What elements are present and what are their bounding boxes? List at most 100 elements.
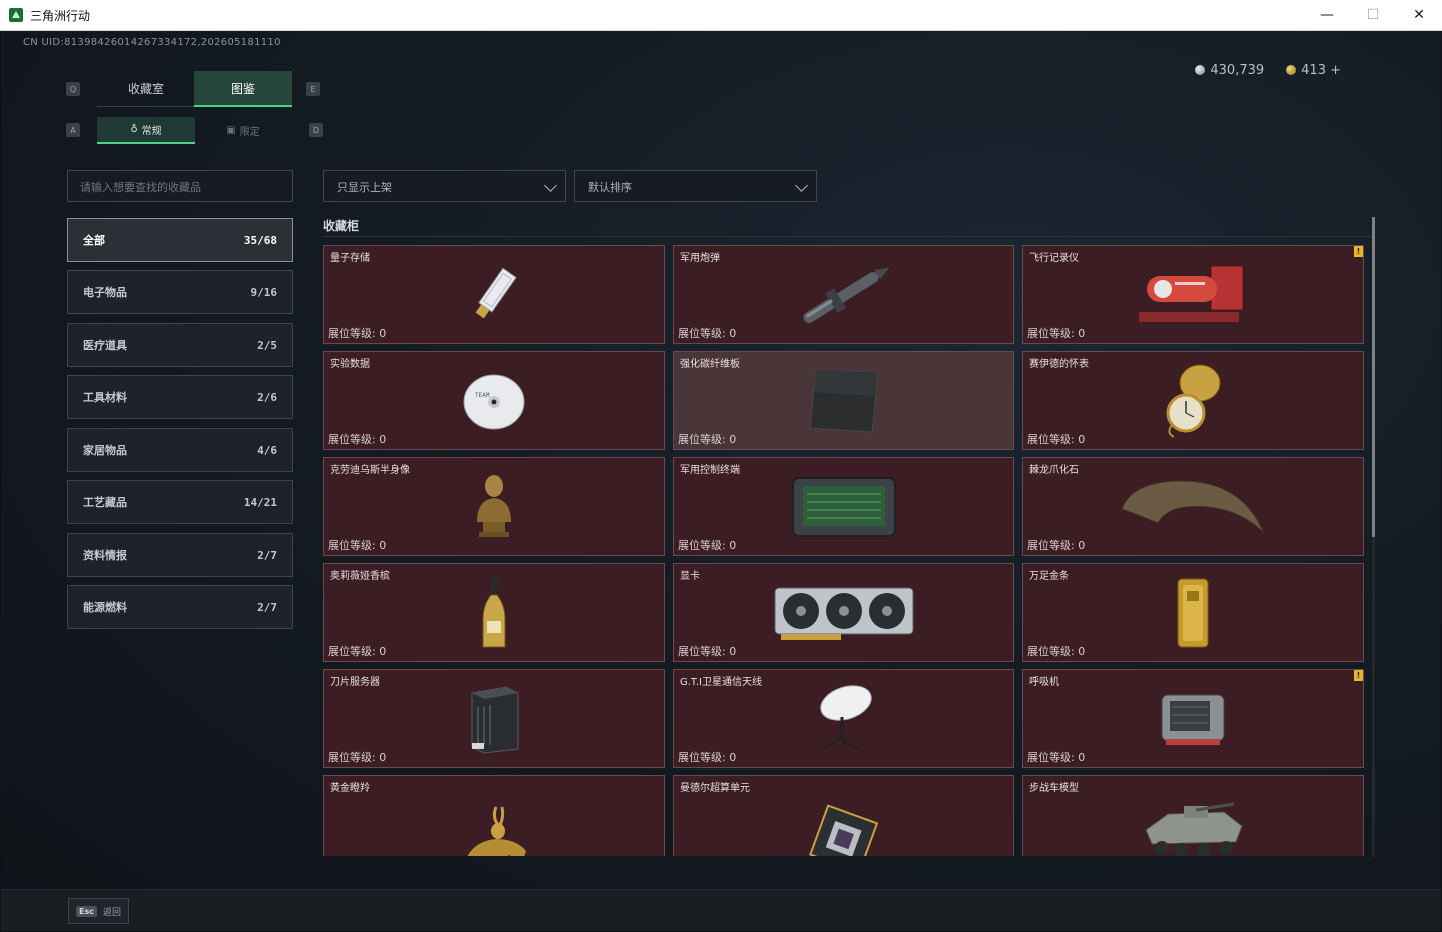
collection-card[interactable]: 呼吸机 ! 展位等级: 0 — [1022, 669, 1364, 768]
category-count: 2/5 — [257, 338, 277, 352]
section-title: 收藏柜 — [323, 219, 360, 233]
item-name: 赛伊德的怀表 — [1029, 359, 1089, 370]
item-level: 展位等级: 0 — [678, 855, 736, 856]
collection-card[interactable]: 军用控制终端 展位等级: 0 — [673, 457, 1014, 556]
item-level: 展位等级: 0 — [328, 751, 387, 764]
artillery-shell-icon — [802, 266, 889, 323]
subtab-regular[interactable]: ♁ 常规 — [97, 117, 195, 144]
chip-icon — [808, 804, 878, 856]
collection-card[interactable]: 军用炮弹 展位等级: 0 — [673, 245, 1014, 344]
server-icon — [471, 685, 519, 754]
category-all[interactable]: 全部 35/68 — [67, 218, 293, 262]
collection-card[interactable]: 曼德尔超算单元 展位等级: 0 — [673, 775, 1014, 856]
item-name: 棘龙爪化石 — [1029, 465, 1079, 476]
category-label: 医疗道具 — [83, 339, 127, 352]
key-hint-a: A — [66, 123, 80, 137]
category-label: 工具材料 — [83, 391, 127, 404]
collection-card[interactable]: 棘龙爪化石 展位等级: 0 — [1022, 457, 1364, 556]
search-input[interactable]: 请输入想要查找的收藏品 — [67, 170, 293, 202]
collection-card[interactable]: 显卡 展位等级: 0 — [673, 563, 1014, 662]
gold-currency[interactable]: 413 + — [1286, 63, 1341, 78]
item-name: 显卡 — [680, 571, 700, 582]
item-level: 展位等级: 0 — [1027, 327, 1086, 340]
sort-value: 默认排序 — [588, 181, 632, 194]
close-button[interactable]: ✕ — [1396, 0, 1442, 30]
game-viewport: CN UID:81398426014267334172,202605181110… — [1, 31, 1441, 931]
tab-catalog[interactable]: 图鉴 — [194, 71, 292, 107]
ifv-model-icon — [1145, 802, 1243, 856]
item-name: 呼吸机 — [1029, 677, 1059, 688]
esc-key-hint: Esc — [76, 905, 97, 917]
maximize-button[interactable]: ☐ — [1350, 0, 1396, 30]
item-name: 量子存储 — [330, 253, 370, 264]
subtab-limited-label: 限定 — [239, 127, 260, 138]
category-energy[interactable]: 能源燃料 2/7 — [67, 585, 293, 629]
item-level: 展位等级: 0 — [1027, 855, 1085, 856]
category-medical[interactable]: 医疗道具 2/5 — [67, 323, 293, 367]
category-count: 2/7 — [257, 600, 277, 614]
collection-card[interactable]: 黄金瞪羚 展位等级: 0 — [323, 775, 665, 856]
terminal-icon — [791, 476, 896, 537]
collection-card[interactable]: 量子存储 展位等级: 0 — [323, 245, 665, 344]
collection-card[interactable]: 步战车模型 展位等级: 0 — [1022, 775, 1364, 856]
gpu-icon — [774, 587, 913, 640]
category-label: 能源燃料 — [83, 601, 127, 614]
collection-card[interactable]: 刀片服务器 展位等级: 0 — [323, 669, 665, 768]
collection-card[interactable]: 万足金条 展位等级: 0 — [1022, 563, 1364, 662]
category-count: 9/16 — [250, 285, 278, 299]
silver-coin-icon — [1195, 65, 1206, 75]
category-label: 全部 — [83, 234, 105, 247]
subtab-limited[interactable]: ▣ 限定 — [194, 117, 292, 144]
category-electronics[interactable]: 电子物品 9/16 — [67, 270, 293, 314]
gazelle-icon — [467, 806, 526, 856]
category-count: 2/7 — [257, 548, 277, 562]
collection-card[interactable]: 实验数据 TEAM 展位等级: 0 — [323, 351, 665, 450]
key-hint-d: D — [309, 123, 323, 137]
disc-icon: TEAM — [463, 374, 525, 429]
grid-scrollbar[interactable] — [1372, 217, 1375, 857]
back-label: 返回 — [102, 907, 121, 918]
carbon-plate-icon — [808, 368, 879, 433]
item-name: 黄金瞪羚 — [330, 783, 370, 794]
item-name: 万足金条 — [1029, 571, 1069, 582]
item-level: 展位等级: 0 — [1027, 751, 1086, 764]
category-count: 4/6 — [257, 443, 277, 457]
collection-card[interactable]: 飞行记录仪 ! 展位等级: 0 — [1022, 245, 1364, 344]
scrollbar-thumb[interactable] — [1372, 217, 1375, 537]
category-tools[interactable]: 工具材料 2/6 — [67, 375, 293, 419]
tab-collection-room[interactable]: 收藏室 — [97, 71, 195, 107]
category-crafts[interactable]: 工艺藏品 14/21 — [67, 480, 293, 524]
item-name: 实验数据 — [330, 359, 370, 370]
category-count: 2/6 — [257, 390, 277, 404]
category-count: 14/21 — [243, 495, 277, 509]
silver-amount: 430,739 — [1210, 63, 1265, 78]
category-household[interactable]: 家居物品 4/6 — [67, 428, 293, 472]
collection-card[interactable]: G.T.I卫星通信天线 展位等级: 0 — [673, 669, 1014, 768]
item-level: 展位等级: 0 — [1027, 645, 1086, 658]
category-label: 资料情报 — [83, 549, 127, 562]
item-name: 曼德尔超算单元 — [680, 783, 750, 794]
window-titlebar: 三角洲行动 — ☐ ✕ — [0, 0, 1442, 31]
collection-card[interactable]: 赛伊德的怀表 展位等级: 0 — [1022, 351, 1364, 450]
item-level: 展位等级: 0 — [328, 855, 386, 856]
sort-dropdown[interactable]: 默认排序 — [574, 170, 817, 202]
collection-card[interactable]: 克劳迪乌斯半身像 展位等级: 0 — [323, 457, 665, 556]
category-intel[interactable]: 资料情报 2/7 — [67, 533, 293, 577]
gold-coin-icon — [1286, 65, 1297, 75]
collection-card[interactable]: 强化碳纤维板 展位等级: 0 — [673, 351, 1014, 450]
collection-card[interactable]: 奥莉薇娅香槟 展位等级: 0 — [323, 563, 665, 662]
alert-badge: ! — [1354, 670, 1363, 681]
ventilator-icon — [1161, 694, 1225, 745]
window-title: 三角洲行动 — [30, 9, 91, 23]
bust-icon — [477, 474, 511, 537]
item-name: 强化碳纤维板 — [680, 359, 740, 370]
minimize-button[interactable]: — — [1304, 0, 1350, 30]
item-level: 展位等级: 0 — [678, 539, 737, 552]
item-level: 展位等级: 0 — [678, 327, 737, 340]
item-name: 飞行记录仪 — [1029, 253, 1079, 264]
shelf-filter-dropdown[interactable]: 只显示上架 — [323, 170, 566, 202]
box-icon: ▣ — [226, 125, 236, 136]
item-name: 克劳迪乌斯半身像 — [330, 465, 410, 476]
back-button[interactable]: Esc 返回 — [68, 898, 129, 924]
currency-bar: 430,739 413 + — [1195, 63, 1341, 78]
